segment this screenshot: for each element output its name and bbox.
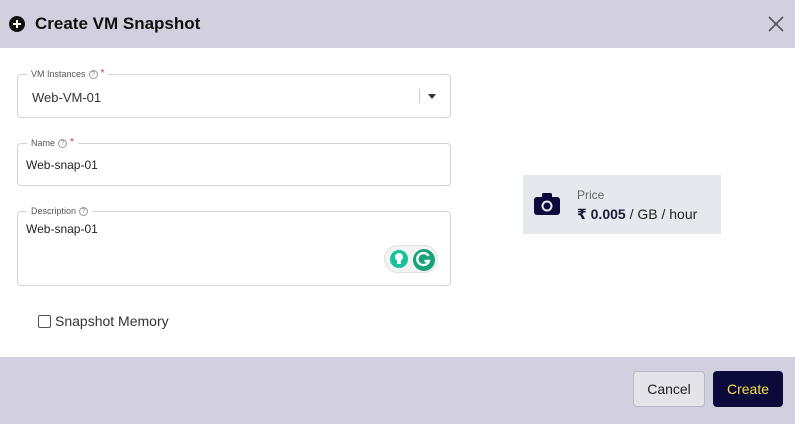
description-textarea[interactable]: Web-snap-01 xyxy=(26,222,376,272)
price-currency: ₹ xyxy=(577,206,587,222)
help-icon[interactable]: ? xyxy=(58,138,68,148)
camera-icon xyxy=(534,193,560,215)
price-unit: / GB / hour xyxy=(629,206,698,222)
price-card: Price ₹ 0.005 / GB / hour xyxy=(523,175,721,234)
dialog-title: Create VM Snapshot xyxy=(35,14,201,33)
description-label: Description ? xyxy=(27,205,93,217)
close-icon[interactable] xyxy=(766,14,786,34)
vm-instances-label: VM Instances ? * xyxy=(27,68,109,80)
price-line: ₹ 0.005 / GB / hour xyxy=(577,206,697,223)
grammarly-icon[interactable] xyxy=(412,248,436,272)
lightbulb-icon[interactable] xyxy=(389,249,409,269)
select-separator xyxy=(419,89,420,103)
help-icon[interactable]: ? xyxy=(88,69,98,79)
grammarly-widget[interactable] xyxy=(384,245,438,273)
price-amount: 0.005 xyxy=(590,206,626,222)
snapshot-memory-checkbox[interactable] xyxy=(38,314,51,328)
help-icon[interactable]: ? xyxy=(79,206,89,216)
vm-instances-value: Web-VM-01 xyxy=(32,90,102,105)
dialog-footer: Cancel Create xyxy=(0,357,795,424)
required-mark: * xyxy=(70,137,74,148)
vm-instances-select[interactable]: VM Instances ? * Web-VM-01 xyxy=(17,68,451,118)
name-field[interactable]: Name ? * xyxy=(17,137,451,186)
create-button[interactable]: Create xyxy=(713,371,783,407)
snapshot-memory-label: Snapshot Memory xyxy=(55,313,169,329)
plus-circle-icon xyxy=(9,16,25,32)
caret-down-icon[interactable] xyxy=(428,94,436,99)
name-label: Name ? * xyxy=(27,137,78,149)
description-field[interactable]: Description ? Web-snap-01 xyxy=(17,205,451,286)
name-input[interactable] xyxy=(26,158,426,172)
required-mark: * xyxy=(100,68,105,79)
cancel-button[interactable]: Cancel xyxy=(633,371,705,407)
snapshot-memory-checkbox-row[interactable]: Snapshot Memory xyxy=(38,313,169,329)
price-label: Price xyxy=(577,188,605,202)
dialog-header: Create VM Snapshot xyxy=(0,0,795,48)
